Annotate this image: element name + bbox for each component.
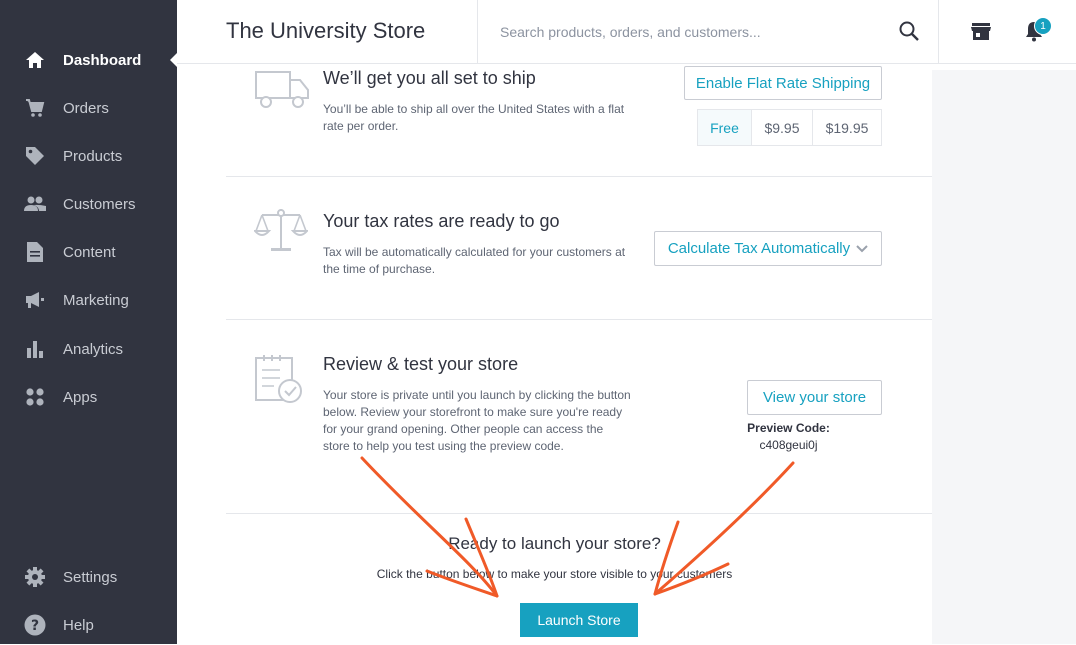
sidebar-item-marketing[interactable]: Marketing — [0, 280, 177, 320]
sidebar-item-label: Customers — [63, 195, 136, 213]
sidebar-item-label: Content — [63, 243, 116, 261]
store-title: The University Store — [226, 18, 426, 43]
document-icon — [24, 241, 46, 263]
sidebar-item-label: Dashboard — [63, 51, 142, 69]
search-bar — [477, 0, 939, 64]
sidebar-item-orders[interactable]: Orders — [0, 88, 177, 128]
cart-icon — [24, 97, 46, 119]
sidebar-item-help[interactable]: ? Help — [0, 605, 177, 645]
gear-icon — [24, 566, 46, 588]
tag-icon — [24, 145, 46, 167]
chevron-down-icon — [856, 244, 868, 253]
scales-icon — [252, 207, 310, 260]
sidebar-item-content[interactable]: Content — [0, 232, 177, 272]
active-indicator — [170, 53, 177, 67]
megaphone-icon — [24, 289, 46, 311]
sidebar-item-customers[interactable]: Customers — [0, 184, 177, 224]
bar-chart-icon — [24, 338, 46, 360]
search-input[interactable] — [500, 20, 880, 44]
apps-grid-icon — [24, 386, 46, 408]
shipping-section: We’ll get you all set to ship You’ll be … — [226, 64, 932, 177]
truck-icon — [254, 70, 310, 115]
calculate-tax-label: Calculate Tax Automatically — [667, 240, 851, 257]
preview-code-value: c408geui0j — [759, 438, 818, 452]
view-store-button[interactable]: View your store — [747, 380, 882, 415]
checklist-icon — [254, 353, 304, 410]
home-icon — [24, 49, 46, 71]
enable-flat-rate-shipping-button[interactable]: Enable Flat Rate Shipping — [684, 66, 882, 100]
shipping-title: We’ll get you all set to ship — [323, 68, 536, 88]
tax-description: Tax will be automatically calculated for… — [323, 245, 626, 276]
sidebar-item-label: Apps — [63, 388, 98, 406]
launch-title: Ready to launch your store? — [448, 534, 661, 553]
sidebar-item-dashboard[interactable]: Dashboard — [0, 40, 177, 80]
svg-text:?: ? — [31, 618, 39, 634]
sidebar: Dashboard Orders Products Customers Cont… — [0, 0, 177, 644]
sidebar-item-label: Marketing — [63, 291, 129, 309]
search-icon[interactable] — [898, 20, 922, 44]
rate-option-9-95[interactable]: $9.95 — [752, 110, 813, 145]
launch-store-button[interactable]: Launch Store — [520, 603, 638, 637]
sidebar-item-label: Settings — [63, 568, 118, 586]
sidebar-item-label: Analytics — [63, 340, 124, 358]
sidebar-item-analytics[interactable]: Analytics — [0, 329, 177, 369]
review-title: Review & test your store — [323, 354, 519, 374]
help-icon: ? — [24, 614, 46, 636]
flat-rate-selector: Free $9.95 $19.95 — [697, 109, 882, 146]
sidebar-item-settings[interactable]: Settings — [0, 557, 177, 597]
sidebar-item-apps[interactable]: Apps — [0, 377, 177, 417]
right-panel — [932, 70, 1076, 644]
launch-description: Click the button below to make your stor… — [376, 567, 733, 581]
rate-option-free[interactable]: Free — [698, 110, 752, 145]
sidebar-item-label: Orders — [63, 99, 109, 117]
tax-title: Your tax rates are ready to go — [323, 211, 560, 231]
people-icon — [24, 193, 46, 215]
sidebar-item-label: Products — [63, 147, 123, 165]
review-description: Your store is private until you launch b… — [323, 388, 631, 453]
sidebar-item-products[interactable]: Products — [0, 136, 177, 176]
tax-section: Your tax rates are ready to go Tax will … — [226, 177, 932, 320]
notification-badge: 1 — [1034, 17, 1052, 35]
shipping-description: You’ll be able to ship all over the Unit… — [323, 102, 625, 133]
storefront-icon[interactable] — [970, 20, 994, 44]
top-header: The University Store 1 — [177, 0, 1076, 64]
review-section: Review & test your store Your store is p… — [226, 320, 932, 514]
calculate-tax-dropdown[interactable]: Calculate Tax Automatically — [654, 231, 882, 266]
sidebar-item-label: Help — [63, 616, 94, 634]
rate-option-19-95[interactable]: $19.95 — [813, 110, 881, 145]
preview-code-label: Preview Code: — [747, 421, 830, 435]
launch-checklist: We’ll get you all set to ship You’ll be … — [177, 64, 932, 644]
